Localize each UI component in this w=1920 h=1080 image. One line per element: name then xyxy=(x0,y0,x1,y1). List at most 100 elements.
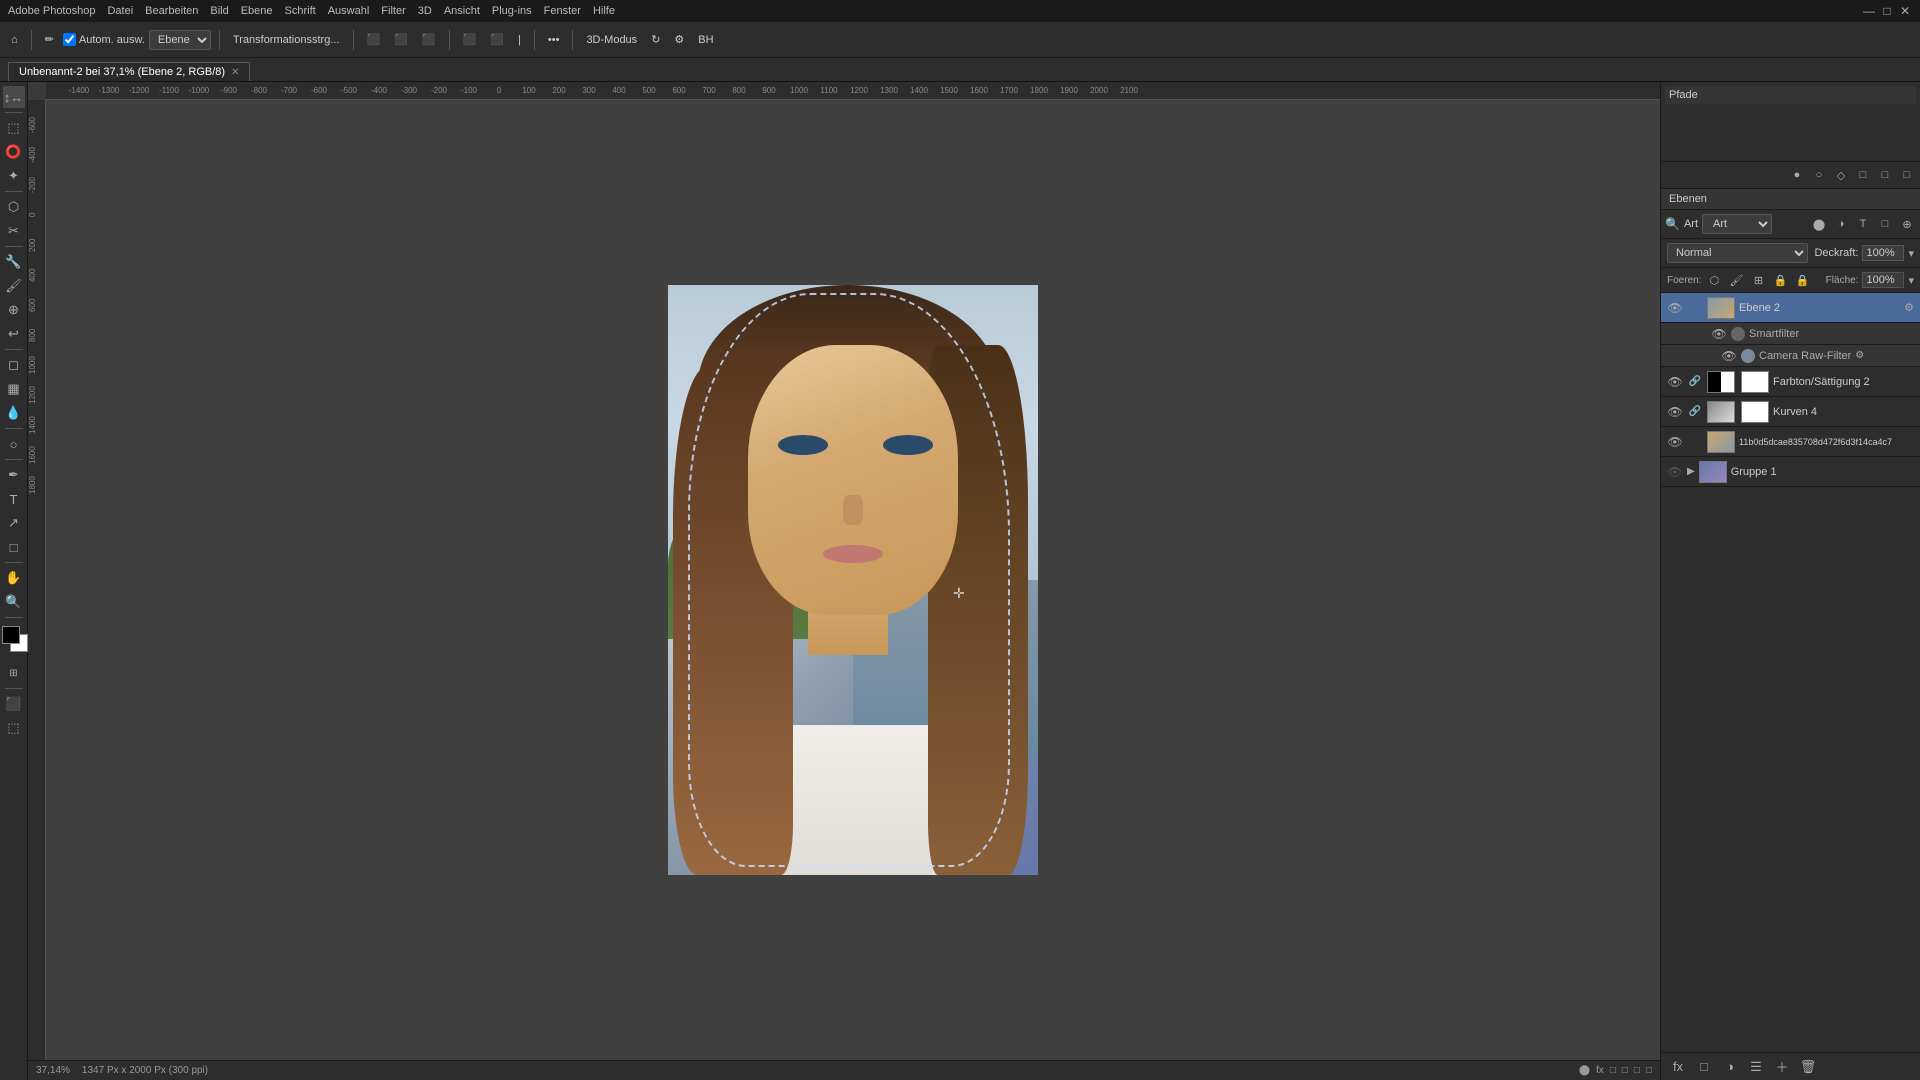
align-right-button[interactable]: ⬛ xyxy=(417,31,441,48)
new-layer-button[interactable]: ＋ xyxy=(1771,1056,1793,1078)
status-icon-1[interactable]: ⬤ xyxy=(1579,1065,1590,1076)
layer-filter-shape-icon[interactable]: □ xyxy=(1876,215,1894,233)
close-button[interactable]: ✕ xyxy=(1898,4,1912,18)
dodge-tool-button[interactable]: ○ xyxy=(3,433,25,455)
status-icon-4[interactable]: □ xyxy=(1622,1065,1628,1076)
layer-item-kurven4[interactable]: 👁 🔗 Kurven 4 xyxy=(1661,397,1920,427)
auto-select-checkbox[interactable]: Autom. ausw. xyxy=(63,33,145,46)
gruppe-expand-icon[interactable]: ▶ xyxy=(1687,466,1695,477)
foreground-color-swatch[interactable] xyxy=(2,626,20,644)
layer-filter-pixel-icon[interactable]: ⬤ xyxy=(1810,215,1828,233)
screen-mode-button[interactable]: ⬛ xyxy=(3,693,25,715)
status-icon-5[interactable]: □ xyxy=(1634,1065,1640,1076)
layer-effects-button[interactable]: fx xyxy=(1667,1056,1689,1078)
lasso-tool-button[interactable]: ⭕ xyxy=(3,141,25,163)
layer-item-longid[interactable]: 👁 11b0d5dcae835708d472f6d3f14ca4c7 xyxy=(1661,427,1920,457)
3d-mode-button[interactable]: 3D-Modus xyxy=(581,32,642,48)
layer-visibility-gruppe1[interactable]: 👁 xyxy=(1667,464,1683,480)
quick-mask-button[interactable]: ⊞ xyxy=(3,662,25,684)
menu-bild[interactable]: Bild xyxy=(210,5,228,17)
art-filter-dropdown[interactable]: Art xyxy=(1702,214,1772,234)
layer-filter-text-icon[interactable]: T xyxy=(1854,215,1872,233)
shape-tool-button[interactable]: □ xyxy=(3,536,25,558)
home-button[interactable]: ⌂ xyxy=(6,32,23,48)
eraser-tool-button[interactable]: ◻ xyxy=(3,354,25,376)
group-layers-button[interactable]: ☰ xyxy=(1745,1056,1767,1078)
align-center-button[interactable]: ⬛ xyxy=(389,31,413,48)
layer-dropdown[interactable]: Ebene xyxy=(149,30,211,50)
menu-bearbeiten[interactable]: Bearbeiten xyxy=(145,5,198,17)
layer-visibility-farbton2[interactable]: 👁 xyxy=(1667,374,1683,390)
tab-close-button[interactable]: ✕ xyxy=(231,67,239,78)
delete-layer-button[interactable]: 🗑 xyxy=(1797,1056,1819,1078)
fx-button[interactable]: BH xyxy=(693,32,718,48)
layer-visibility-cameraraw[interactable]: 👁 xyxy=(1721,348,1737,364)
stamp-tool-button[interactable]: ⊕ xyxy=(3,299,25,321)
panel-diamond-icon[interactable]: ◇ xyxy=(1832,166,1850,184)
fill-input[interactable] xyxy=(1862,272,1904,288)
maximize-button[interactable]: □ xyxy=(1880,4,1894,18)
lock-image-icon[interactable]: 🖌 xyxy=(1727,271,1745,289)
layer-visibility-smartfilter[interactable]: 👁 xyxy=(1711,326,1727,342)
lock-all-icon[interactable]: 🔒 xyxy=(1793,271,1811,289)
menu-hilfe[interactable]: Hilfe xyxy=(593,5,615,17)
more-options-button[interactable]: ••• xyxy=(543,32,565,48)
adjustment-layer-button[interactable]: ◑ xyxy=(1719,1056,1741,1078)
gradient-tool-button[interactable]: ▦ xyxy=(3,378,25,400)
menu-schrift[interactable]: Schrift xyxy=(285,5,316,17)
layer-visibility-longid[interactable]: 👁 xyxy=(1667,434,1683,450)
crop-tool-button[interactable]: ⬡ xyxy=(3,196,25,218)
distribute3-button[interactable]: | xyxy=(513,32,526,48)
selection-tool-button[interactable]: ⬚ xyxy=(3,117,25,139)
layer-settings-ebene2[interactable]: ⚙ xyxy=(1904,301,1914,314)
auto-select-input[interactable] xyxy=(63,33,76,46)
menu-ansicht[interactable]: Ansicht xyxy=(444,5,480,17)
minimize-button[interactable]: — xyxy=(1862,4,1876,18)
status-icon-2[interactable]: fx xyxy=(1596,1065,1604,1076)
add-mask-button[interactable]: □ xyxy=(1693,1056,1715,1078)
settings-button[interactable]: ⚙ xyxy=(669,31,689,48)
zoom-tool-button[interactable]: 🔍 xyxy=(3,591,25,613)
menu-plugins[interactable]: Plug-ins xyxy=(492,5,532,17)
menu-ebene[interactable]: Ebene xyxy=(241,5,273,17)
panel-square-icon[interactable]: □ xyxy=(1854,166,1872,184)
cameraraw-settings[interactable]: ⚙ xyxy=(1855,350,1864,361)
lock-position-icon[interactable]: ⊞ xyxy=(1749,271,1767,289)
lock-transparent-icon[interactable]: ⬡ xyxy=(1705,271,1723,289)
text-tool-button[interactable]: T xyxy=(3,488,25,510)
opacity-input[interactable] xyxy=(1862,245,1904,261)
align-left-button[interactable]: ⬛ xyxy=(362,31,386,48)
menu-3d[interactable]: 3D xyxy=(418,5,432,17)
fill-dropdown-arrow[interactable]: ▾ xyxy=(1908,274,1914,287)
lock-artboard-icon[interactable]: 🔒 xyxy=(1771,271,1789,289)
transform-control[interactable]: Transformationsstrg... xyxy=(228,32,345,48)
brush-tool-button[interactable]: 🖌 xyxy=(3,275,25,297)
layer-filter-adjust-icon[interactable]: ◑ xyxy=(1832,215,1850,233)
move-tool-button[interactable]: ↕↔ xyxy=(3,86,25,108)
layer-item-farbton2[interactable]: 👁 🔗 Farbton/Sättigung 2 xyxy=(1661,367,1920,397)
menu-fenster[interactable]: Fenster xyxy=(544,5,581,17)
document-tab[interactable]: Unbenannt-2 bei 37,1% (Ebene 2, RGB/8) ✕ xyxy=(8,62,250,81)
panel-square3-icon[interactable]: □ xyxy=(1898,166,1916,184)
magic-wand-button[interactable]: ✦ xyxy=(3,165,25,187)
menu-datei[interactable]: Datei xyxy=(107,5,133,17)
artboard-button[interactable]: ⬚ xyxy=(3,717,25,739)
menu-auswahl[interactable]: Auswahl xyxy=(328,5,370,17)
hand-tool-button[interactable]: ✋ xyxy=(3,567,25,589)
eyedropper-tool-button[interactable]: ✂ xyxy=(3,220,25,242)
distribute-button[interactable]: ⬛ xyxy=(458,31,482,48)
pen-tool-button[interactable]: ✒ xyxy=(3,464,25,486)
status-icon-3[interactable]: □ xyxy=(1610,1065,1616,1076)
rotate-button[interactable]: ↻ xyxy=(646,31,665,48)
panel-circle-empty-icon[interactable]: ○ xyxy=(1810,166,1828,184)
heal-tool-button[interactable]: 🔧 xyxy=(3,251,25,273)
layer-item-gruppe1[interactable]: 👁 ▶ Gruppe 1 xyxy=(1661,457,1920,487)
panel-square2-icon[interactable]: □ xyxy=(1876,166,1894,184)
blur-tool-button[interactable]: 💧 xyxy=(3,402,25,424)
blend-mode-dropdown[interactable]: Normal xyxy=(1667,243,1808,263)
layer-visibility-kurven4[interactable]: 👁 xyxy=(1667,404,1683,420)
panel-circle-icon[interactable]: ● xyxy=(1788,166,1806,184)
brush-size-button[interactable]: ✏ xyxy=(40,31,59,48)
distribute2-button[interactable]: ⬛ xyxy=(485,31,509,48)
opacity-dropdown-arrow[interactable]: ▾ xyxy=(1908,247,1914,260)
